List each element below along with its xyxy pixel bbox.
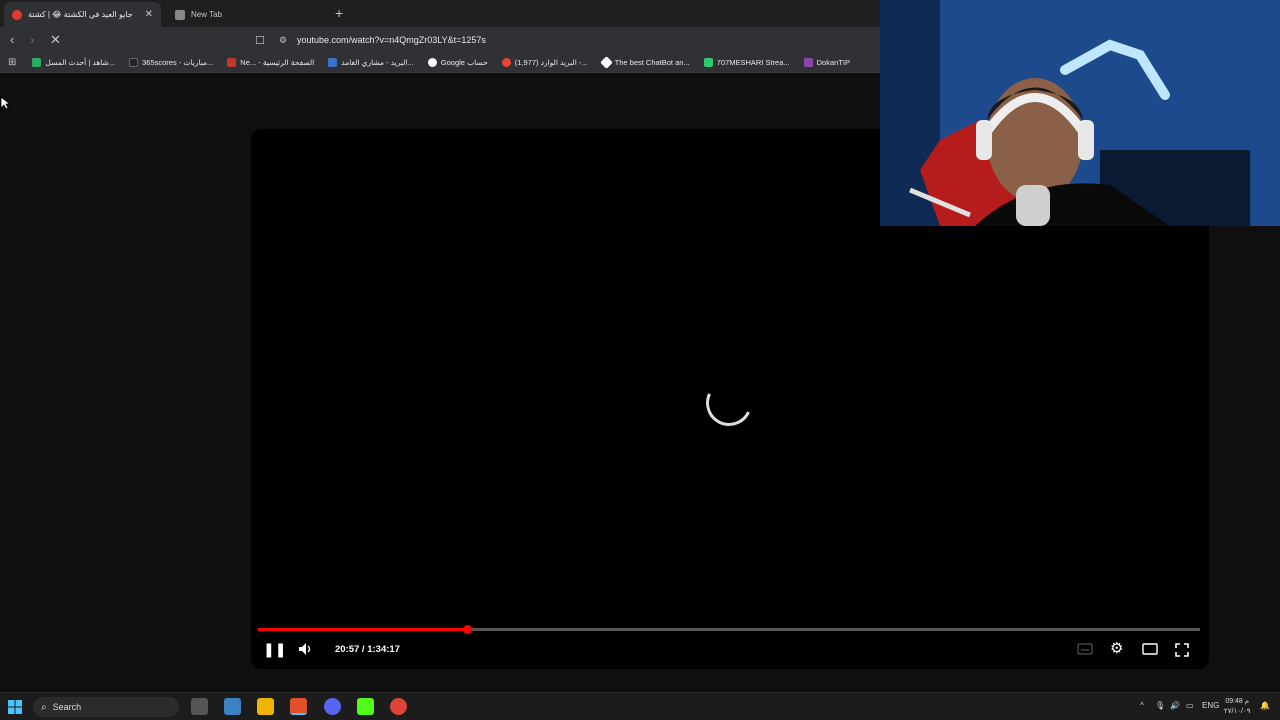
kick-icon <box>703 58 713 67</box>
bookmark-favicon-icon <box>32 58 42 67</box>
bookmark-item[interactable]: The best ChatBot an... <box>599 56 690 69</box>
theater-mode-icon[interactable] <box>1142 643 1158 655</box>
bookmark-icon[interactable]: ☐ <box>255 34 265 47</box>
stop-loading-icon[interactable]: ✕ <box>50 33 61 47</box>
taskbar-search[interactable]: ⌕ Search <box>33 697 179 717</box>
task-view-icon[interactable] <box>191 698 208 715</box>
notifications-icon[interactable]: 🔔 <box>1260 701 1270 710</box>
forward-icon[interactable]: › <box>30 33 34 47</box>
settings-gear-icon[interactable]: ⚙ <box>1110 641 1123 657</box>
search-icon: ⌕ <box>41 701 47 713</box>
shield-icon <box>175 9 185 20</box>
mouse-cursor-icon <box>0 96 10 110</box>
windows-start-icon[interactable] <box>8 700 22 714</box>
bookmark-item[interactable]: (1,977) البريد الوارد -... <box>501 58 588 67</box>
streamer-webcam-image <box>880 0 1280 226</box>
chrome-icon[interactable] <box>390 698 407 715</box>
youtube-favicon-icon <box>12 9 22 20</box>
tab-new-tab[interactable]: New Tab <box>167 2 327 27</box>
network-icon[interactable]: ▭ <box>1186 701 1194 710</box>
volume-icon[interactable] <box>298 642 314 656</box>
file-explorer-icon[interactable] <box>257 698 274 715</box>
new-tab-button[interactable]: + <box>335 5 343 21</box>
webcam-overlay <box>880 0 1280 226</box>
store-icon[interactable] <box>224 698 241 715</box>
bookmark-item[interactable]: DokanTIP <box>803 58 850 67</box>
time-display: 20:57 / 1:34:17 <box>335 644 400 655</box>
apps-grid-icon[interactable]: ⊞ <box>8 57 16 68</box>
windows-taskbar: ⌕ Search ^ 🎙 🔊 ▭ ENG 09:48 م ٢٧/١٠/٠٩ 🔔 <box>0 692 1280 720</box>
bookmark-item[interactable]: 365scores - مباريات... <box>129 58 213 67</box>
discord-icon[interactable] <box>324 698 341 715</box>
bookmark-item[interactable]: Ne... - الصفحة الرئيسية <box>227 58 314 67</box>
bookmark-favicon-icon <box>129 58 139 67</box>
address-bar[interactable]: ☐ ⚙ youtube.com/watch?v=n4QmgZr03LY&t=12… <box>255 30 895 50</box>
speaker-icon[interactable]: 🔊 <box>1170 701 1180 710</box>
google-icon <box>427 58 437 67</box>
progress-played <box>258 628 468 631</box>
site-info-icon[interactable]: ⚙ <box>279 35 287 46</box>
bookmark-favicon-icon <box>328 58 338 67</box>
pause-button[interactable]: ❚❚ <box>263 641 286 657</box>
subtitles-icon[interactable] <box>1077 643 1093 655</box>
bookmark-favicon-icon <box>803 58 813 67</box>
tab-youtube-video[interactable]: جايو العيد في الكشتة 😂 | كشتة ✕ <box>4 2 161 27</box>
bookmark-item[interactable]: شاهد | أحدث المسل... <box>32 58 115 67</box>
url-text: youtube.com/watch?v=n4QmgZr03LY&t=1257s <box>296 35 486 45</box>
chatbot-icon <box>599 56 613 69</box>
fullscreen-icon[interactable] <box>1175 643 1189 657</box>
clock[interactable]: 09:48 م ٢٧/١٠/٠٩ <box>1224 697 1250 717</box>
tab-title: جايو العيد في الكشتة 😂 | كشتة <box>28 10 133 19</box>
back-icon[interactable]: ‹ <box>10 33 14 47</box>
microphone-icon[interactable]: 🎙 <box>1155 701 1165 710</box>
bookmark-item[interactable]: البريد - مشاري الغامد... <box>328 58 414 67</box>
taskbar-search-label: Search <box>52 702 82 712</box>
progress-bar[interactable] <box>258 625 1200 634</box>
bookmark-item[interactable]: 707MESHARI Strea... <box>703 58 790 67</box>
tab-title: New Tab <box>191 10 222 19</box>
language-indicator[interactable]: ENG <box>1202 701 1219 710</box>
clock-time: 09:48 م <box>1225 698 1250 705</box>
tray-overflow-icon[interactable]: ^ <box>1140 701 1144 710</box>
close-tab-icon[interactable]: ✕ <box>145 9 153 20</box>
bookmark-item[interactable]: Google حساب <box>427 58 488 67</box>
kick-app-icon[interactable] <box>357 698 374 715</box>
brave-browser-icon[interactable] <box>290 698 307 715</box>
google-icon <box>501 58 511 67</box>
bookmark-favicon-icon <box>227 58 237 67</box>
clock-date: ٢٧/١٠/٠٩ <box>1224 708 1251 715</box>
